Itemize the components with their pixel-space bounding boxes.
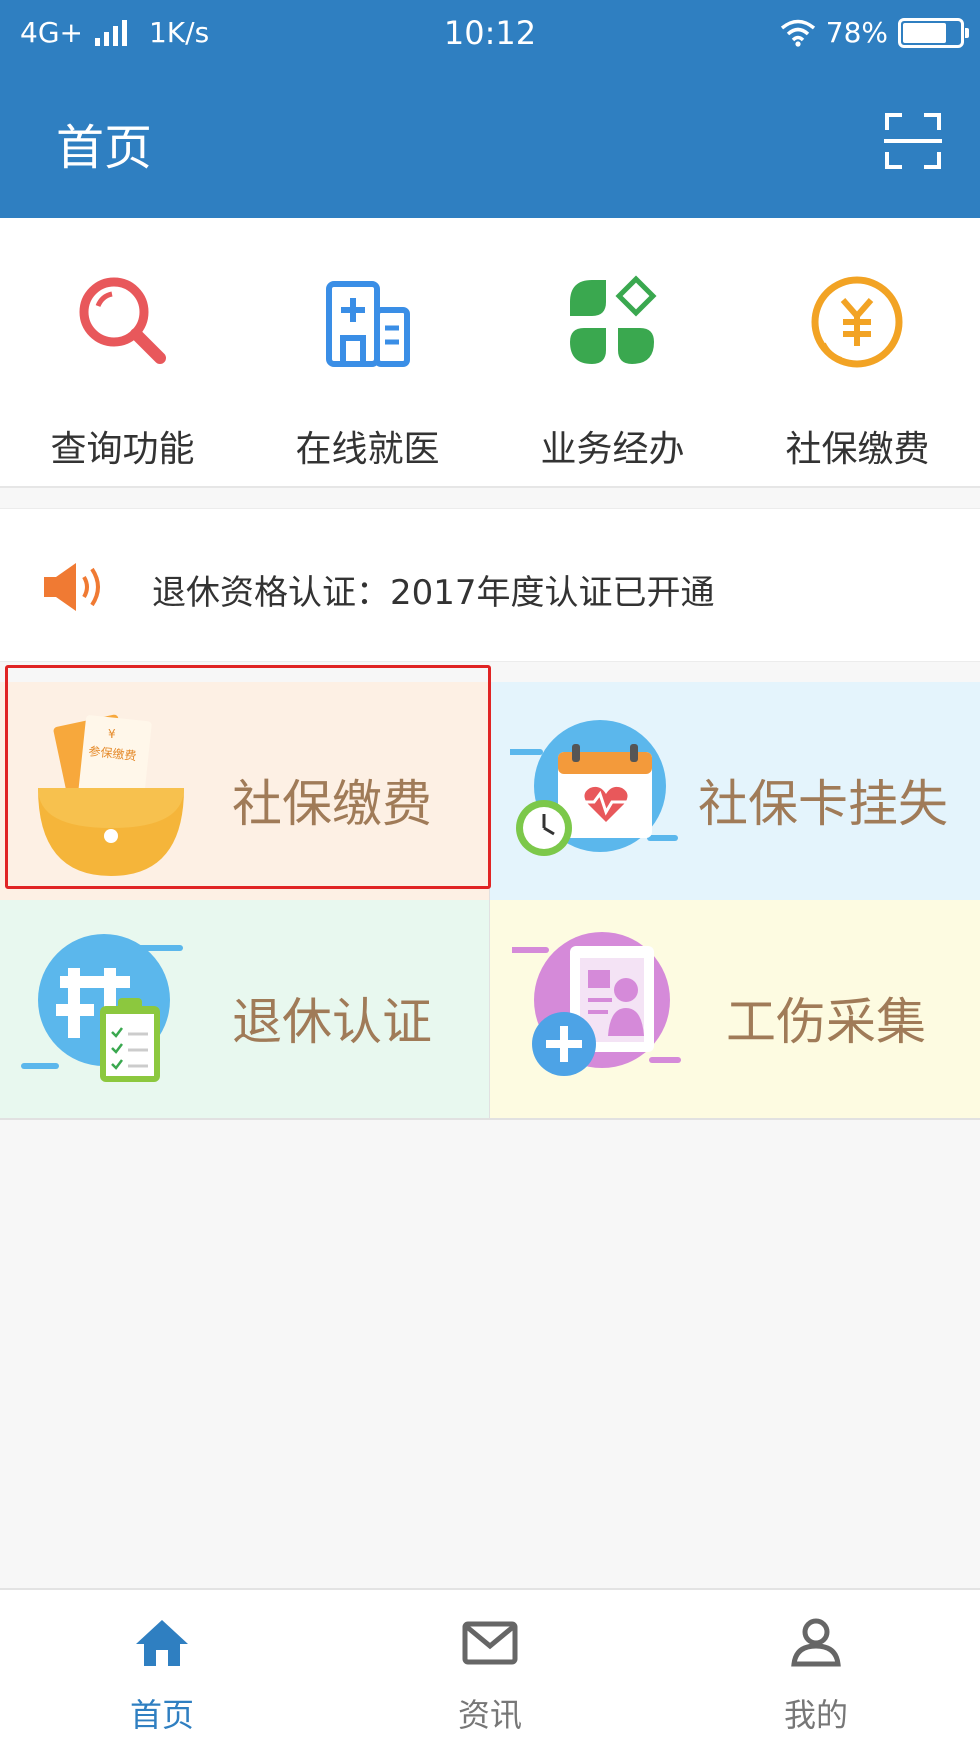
mail-icon — [462, 1621, 518, 1665]
nav-home[interactable]: 首页 — [62, 1590, 262, 1742]
tile-label: 工伤采集 — [726, 993, 926, 1051]
home-icon — [136, 1620, 188, 1666]
tile-retirement-certification[interactable]: 退休认证 — [0, 900, 490, 1118]
nav-news[interactable]: 资讯 — [390, 1590, 590, 1742]
medical-record-icon — [512, 932, 681, 1076]
scan-icon[interactable] — [884, 112, 942, 170]
yen-coin-icon — [811, 276, 903, 368]
tile-divider — [0, 1118, 980, 1120]
quick-item-label: 社保缴费 — [785, 429, 930, 470]
page-title: 首页 — [56, 120, 153, 176]
tile-label: 退休认证 — [232, 993, 432, 1051]
notice-bar[interactable]: 退休资格认证：2017年度认证已开通 — [0, 508, 980, 662]
quick-item-label: 在线就医 — [295, 429, 440, 470]
app-header: 4G+ 1K/s 10:12 78% 首页 — [0, 0, 980, 218]
battery-level — [903, 22, 947, 43]
tile-work-injury-collection[interactable]: 工伤采集 — [490, 900, 980, 1118]
search-icon — [79, 277, 166, 364]
hospital-icon — [326, 281, 410, 367]
tile-card-loss-report[interactable]: 社保卡挂失 — [490, 682, 980, 900]
quick-item-label: 查询功能 — [50, 429, 195, 470]
clipboard-icon — [21, 934, 183, 1082]
nav-profile[interactable]: 我的 — [716, 1590, 916, 1742]
tile-label: 社保卡挂失 — [698, 775, 948, 833]
bottom-nav: 首页 资讯 我的 — [0, 1588, 980, 1742]
nav-label: 我的 — [783, 1696, 848, 1734]
notice-text: 退休资格认证：2017年度认证已开通 — [152, 573, 715, 613]
user-icon — [791, 1618, 841, 1667]
selection-highlight — [5, 665, 491, 889]
quick-item-payment[interactable]: 社保缴费 — [735, 218, 980, 488]
quick-item-hospital[interactable]: 在线就医 — [245, 218, 490, 488]
clover-icon — [570, 275, 657, 364]
quick-item-label: 业务经办 — [540, 429, 685, 470]
battery-percent: 78% — [825, 16, 888, 49]
speaker-icon — [44, 563, 100, 611]
battery-icon — [898, 17, 969, 48]
quick-item-query[interactable]: 查询功能 — [0, 218, 245, 488]
quick-item-business[interactable]: 业务经办 — [490, 218, 735, 488]
nav-label: 资讯 — [457, 1696, 522, 1734]
calendar-clock-icon — [510, 720, 678, 856]
wifi-icon — [780, 19, 815, 47]
status-bar: 4G+ 1K/s 10:12 78% — [0, 0, 980, 68]
quick-menu: 查询功能 在线就医 业务经办 社保缴费 — [0, 218, 980, 488]
nav-label: 首页 — [129, 1696, 194, 1734]
